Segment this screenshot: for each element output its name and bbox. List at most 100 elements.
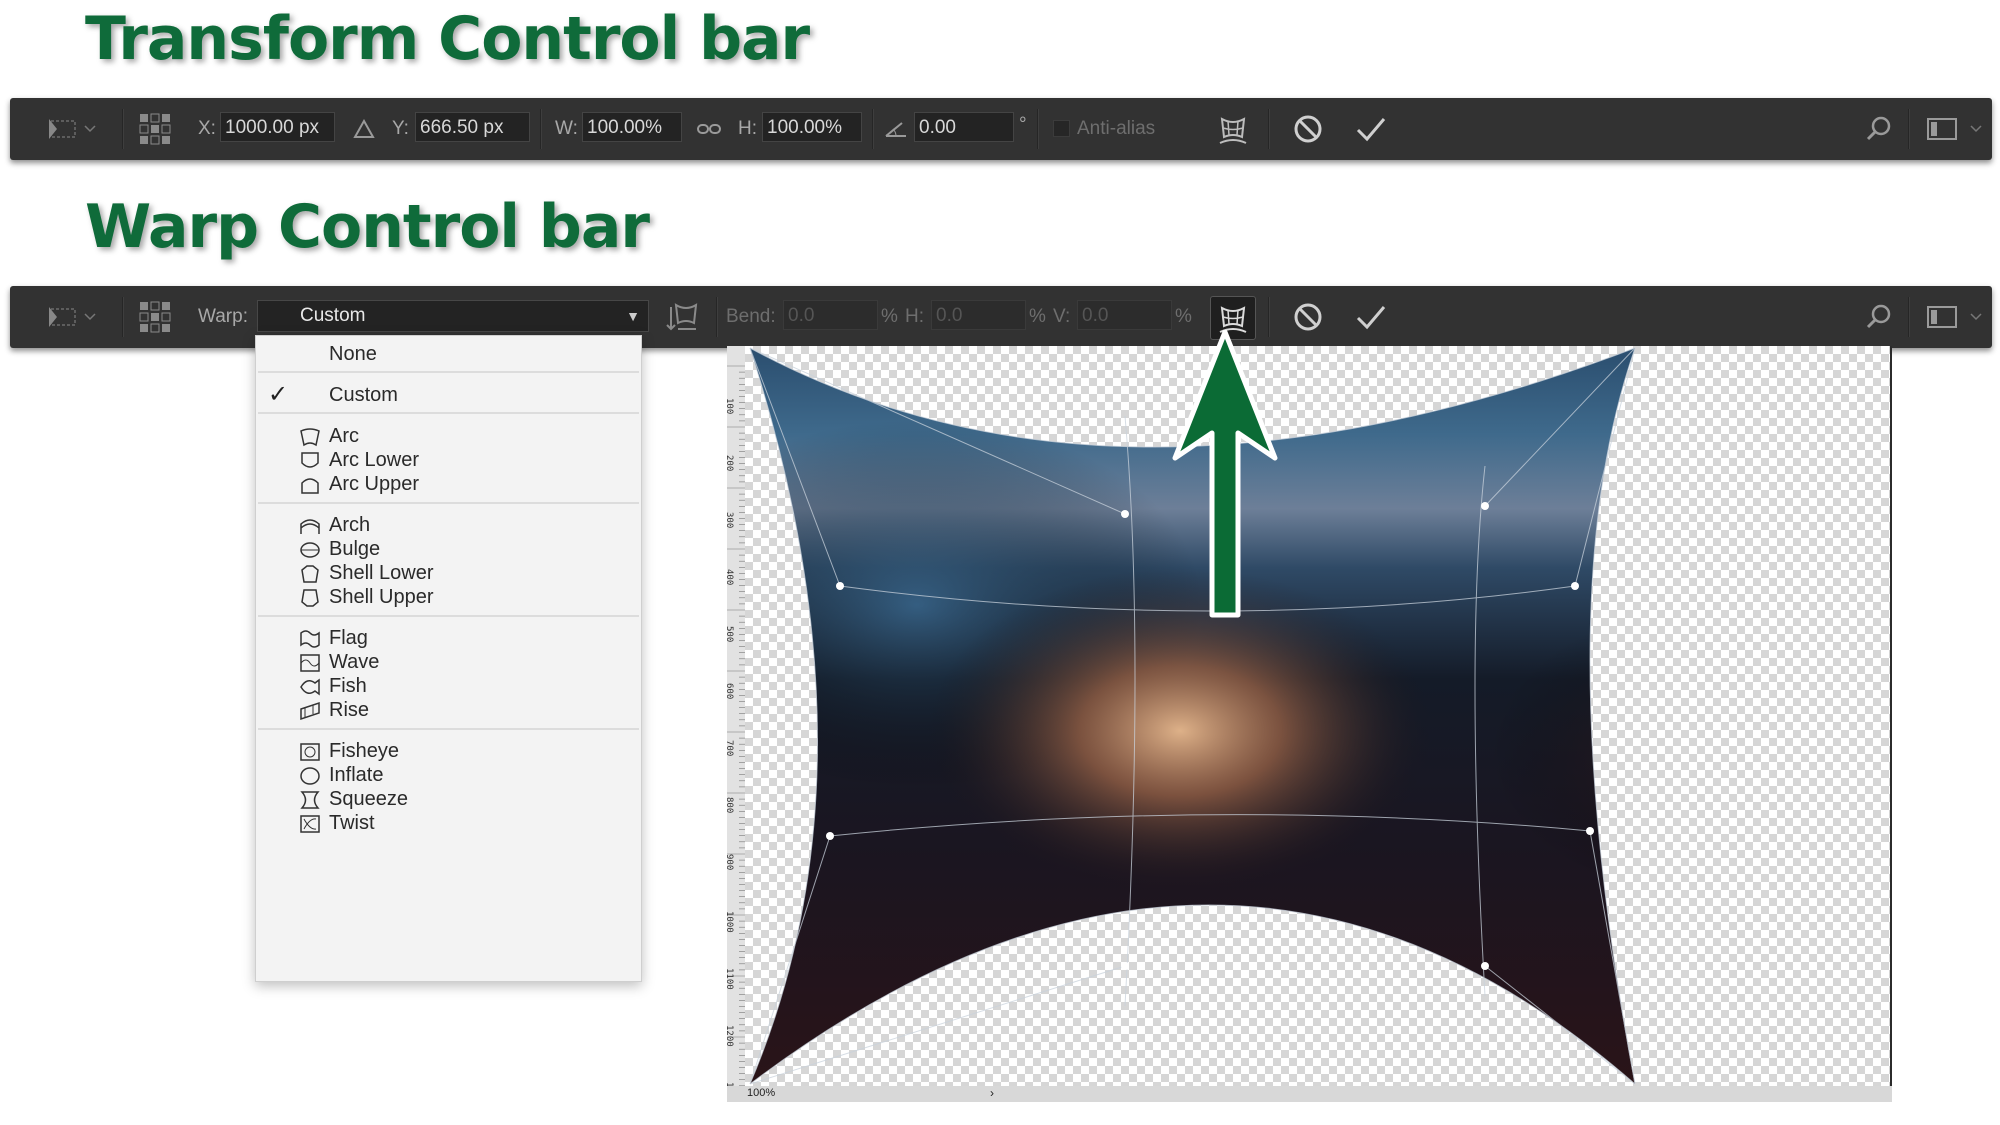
- ruler-label: 1100: [727, 968, 734, 990]
- fisheye-icon: [300, 743, 320, 761]
- status-arrow-icon[interactable]: ›: [990, 1086, 994, 1100]
- arch-icon: [300, 519, 320, 534]
- menu-item-label: Rise: [329, 699, 370, 721]
- width-field[interactable]: 100.00%: [582, 112, 682, 142]
- horizontal-distortion-label: H:: [905, 306, 924, 327]
- height-field[interactable]: 100.00%: [762, 112, 862, 142]
- cancel-transform-icon[interactable]: [1290, 300, 1326, 334]
- chevron-down-icon: ▼: [626, 308, 640, 324]
- inflate-icon: [300, 767, 320, 785]
- search-icon[interactable]: [1861, 300, 1897, 334]
- reference-point-icon[interactable]: [137, 300, 173, 334]
- canvas-status-bar: 100% ›: [727, 1086, 1892, 1102]
- bend-label: Bend:: [726, 306, 776, 327]
- chevron-down-icon[interactable]: [1966, 300, 1986, 334]
- vertical-ruler: 1002003004005006007008009001000110012001…: [724, 346, 746, 1104]
- menu-item-shell-upper[interactable]: Shell Upper: [256, 582, 641, 612]
- x-position-field[interactable]: 1000.00 px: [220, 112, 335, 142]
- transform-mode-icon[interactable]: [46, 112, 82, 146]
- warp-label: Warp:: [198, 306, 248, 327]
- y-position-field[interactable]: 666.50 px: [415, 112, 530, 142]
- w-label: W:: [555, 118, 578, 139]
- degree-symbol: °: [1019, 114, 1027, 135]
- chevron-down-icon[interactable]: [80, 112, 100, 146]
- bend-field[interactable]: 0.0: [783, 300, 878, 330]
- relative-position-icon[interactable]: [346, 112, 382, 146]
- h-label: H:: [738, 118, 757, 139]
- transform-control-bar: X: 1000.00 px Y: 666.50 px W: 100.00% H:…: [10, 98, 1992, 160]
- warp-toggle-icon[interactable]: [1215, 112, 1251, 146]
- shell-upper-icon: [301, 589, 319, 607]
- shell-lower-icon: [301, 565, 319, 583]
- warped-image-area[interactable]: [745, 346, 1890, 1086]
- menu-item-rise[interactable]: Rise: [256, 695, 641, 725]
- bend-percent: %: [881, 306, 898, 327]
- menu-item-label: Twist: [329, 812, 375, 834]
- change-warp-orientation-icon[interactable]: [665, 300, 701, 334]
- warp-style-select[interactable]: Custom ▼: [257, 300, 649, 332]
- cancel-transform-icon[interactable]: [1290, 112, 1326, 146]
- fish-icon: [300, 678, 320, 696]
- rise-icon: [300, 701, 320, 721]
- ruler-label: 400: [727, 569, 734, 585]
- bulge-icon: [300, 542, 320, 558]
- y-label: Y:: [392, 118, 409, 139]
- reference-point-icon[interactable]: [137, 112, 173, 146]
- ruler-label: 600: [727, 683, 734, 699]
- warped-image[interactable]: [745, 346, 1890, 1086]
- chevron-down-icon[interactable]: [80, 300, 100, 334]
- menu-item-twist[interactable]: Twist: [256, 808, 641, 838]
- menu-separator: [258, 502, 639, 504]
- menu-separator: [258, 728, 639, 730]
- search-icon[interactable]: [1861, 112, 1897, 146]
- workspace-icon[interactable]: [1924, 300, 1960, 334]
- horizontal-percent: %: [1029, 306, 1046, 327]
- menu-item-label: Custom: [329, 384, 398, 406]
- arc-icon: [300, 428, 320, 447]
- menu-item-label: None: [329, 343, 377, 365]
- menu-item-arc-upper[interactable]: Arc Upper: [256, 469, 641, 499]
- vertical-percent: %: [1175, 306, 1192, 327]
- vertical-distortion-field[interactable]: 0.0: [1077, 300, 1172, 330]
- ruler-label: 300: [727, 512, 734, 528]
- rotation-field[interactable]: 0.00: [914, 112, 1014, 142]
- horizontal-distortion-field[interactable]: 0.0: [931, 300, 1026, 330]
- vertical-distortion-label: V:: [1053, 306, 1071, 327]
- arc-lower-icon: [301, 452, 319, 468]
- menu-item-custom[interactable]: ✓ Custom: [256, 380, 641, 410]
- antialias-label: Anti-alias: [1077, 118, 1156, 139]
- flag-icon: [300, 630, 320, 648]
- transform-control-bar-heading: Transform Control bar: [85, 4, 810, 74]
- checkmark-icon: ✓: [268, 381, 289, 408]
- menu-item-label: Arc Upper: [329, 473, 420, 495]
- ruler-label: 200: [727, 455, 734, 471]
- rotate-angle-icon: [878, 112, 914, 146]
- ruler-label: 1200: [727, 1025, 734, 1047]
- warp-style-dropdown[interactable]: None ✓ Custom Arc Arc Lower Arc Upper Arch Bulg…: [255, 335, 642, 982]
- chevron-down-icon[interactable]: [1966, 112, 1986, 146]
- wave-icon: [300, 654, 320, 672]
- menu-separator: [258, 412, 639, 414]
- green-pointer-arrow-icon: [1172, 330, 1278, 618]
- arc-upper-icon: [301, 478, 319, 494]
- ruler-label: 1000: [727, 911, 734, 933]
- warp-style-value: Custom: [300, 305, 366, 326]
- transform-mode-icon[interactable]: [46, 300, 82, 334]
- menu-separator: [258, 371, 639, 373]
- menu-item-none[interactable]: None: [256, 339, 641, 369]
- squeeze-icon: [300, 791, 320, 809]
- x-label: X:: [198, 118, 216, 139]
- ruler-label: 100: [727, 398, 734, 414]
- antialias-checkbox[interactable]: [1053, 120, 1070, 137]
- commit-transform-icon[interactable]: [1353, 300, 1389, 334]
- menu-item-label: Shell Upper: [329, 586, 434, 608]
- ruler-label: 700: [727, 740, 734, 756]
- workspace-icon[interactable]: [1924, 112, 1960, 146]
- ruler-label: 500: [727, 626, 734, 642]
- link-icon[interactable]: [691, 112, 727, 146]
- ruler-label: 800: [727, 797, 734, 813]
- warp-control-bar-heading: Warp Control bar: [85, 192, 650, 262]
- ruler-label: 900: [727, 854, 734, 870]
- zoom-level: 100%: [747, 1087, 776, 1099]
- commit-transform-icon[interactable]: [1353, 112, 1389, 146]
